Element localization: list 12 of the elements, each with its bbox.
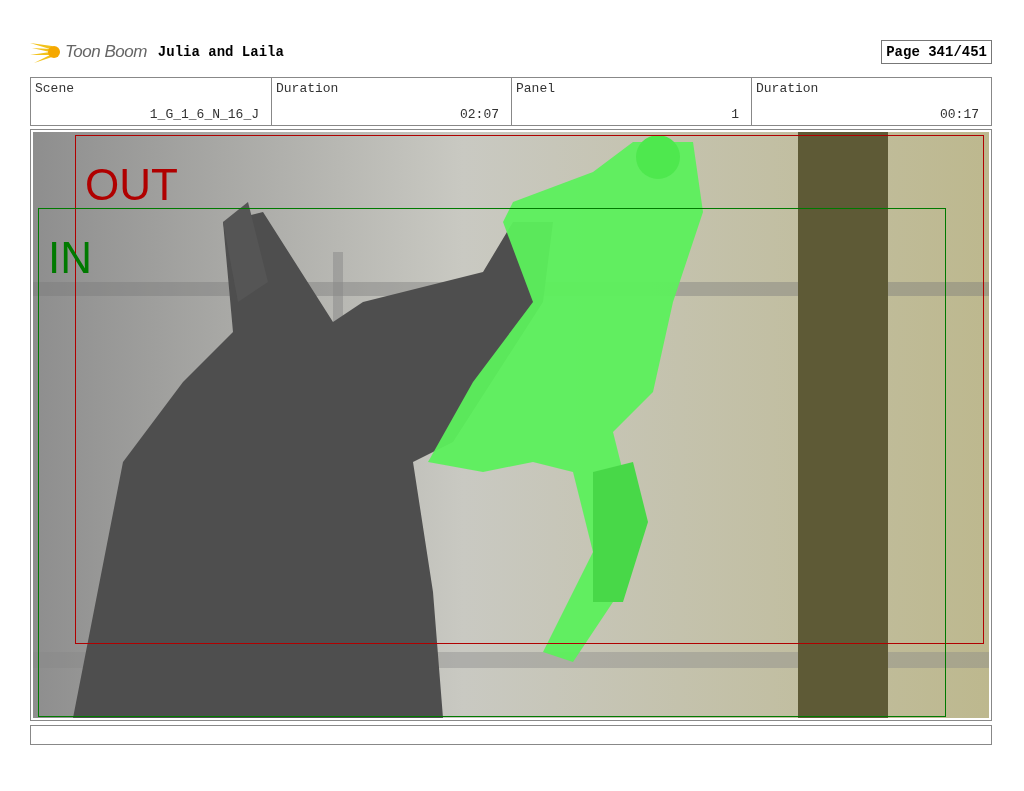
- field-value: 02:07: [459, 107, 499, 122]
- field-label: Duration: [276, 81, 340, 96]
- field-value: 1: [730, 107, 739, 122]
- field-label: Panel: [516, 81, 556, 96]
- field-value: 00:17: [939, 107, 979, 122]
- logo-text: Toon Boom: [65, 42, 147, 62]
- page-number: Page 341/451: [881, 40, 992, 64]
- field-label: Scene: [35, 81, 75, 96]
- frame-label: OUT: [85, 163, 178, 207]
- document-title: Julia and Laila: [157, 44, 285, 60]
- field-label: Duration: [756, 81, 820, 96]
- field-value: 1_G_1_6_N_16_J: [148, 107, 259, 122]
